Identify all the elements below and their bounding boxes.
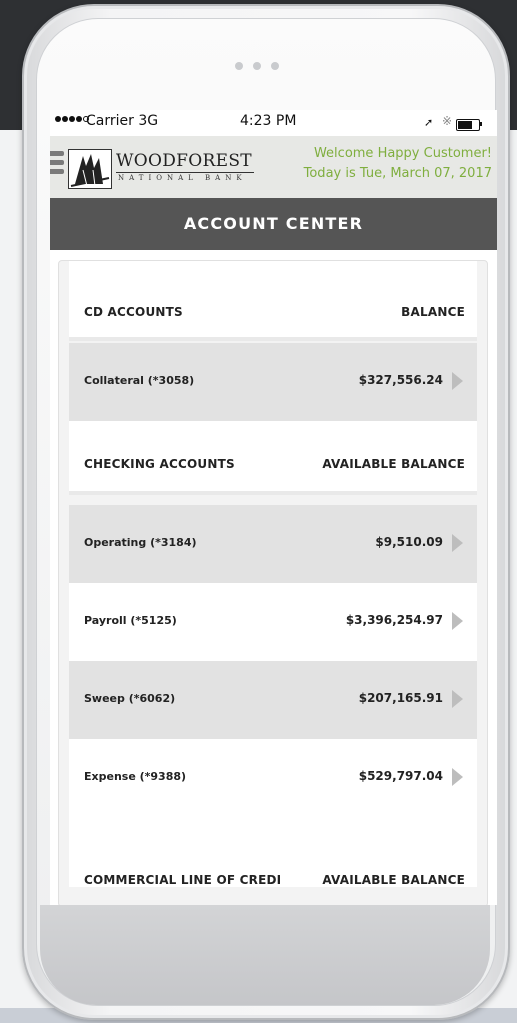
carrier-label: Carrier 3G — [86, 113, 159, 129]
chevron-right-icon — [452, 768, 463, 786]
checking-section-header: CHECKING ACCOUNTS AVAILABLE BALANCE — [69, 421, 477, 495]
speaker-dot — [271, 62, 279, 70]
welcome-date: Today is Tue, March 07, 2017 — [303, 166, 492, 181]
speaker-dot — [235, 62, 243, 70]
cd-section-header-bg: CD ACCOUNTS BALANCE — [69, 261, 477, 341]
bank-name: WOODFOREST — [116, 151, 252, 171]
cd-balance-label: BALANCE — [401, 305, 465, 319]
welcome-greeting: Welcome Happy Customer! — [313, 146, 492, 161]
bank-subtitle: NATIONAL BANK — [118, 174, 247, 182]
tree-logo-icon — [68, 149, 112, 189]
woodforest-logo: WOODFOREST NATIONAL BANK — [68, 149, 254, 189]
account-name: Payroll (*5125) — [84, 614, 177, 627]
chevron-right-icon — [452, 534, 463, 552]
page-title: ACCOUNT CENTER — [50, 198, 497, 250]
app-header: WOODFOREST NATIONAL BANK Welcome Happy C… — [50, 136, 497, 198]
chevron-right-icon — [452, 612, 463, 630]
cd-section-label: CD ACCOUNTS — [84, 305, 183, 319]
battery-tip — [480, 122, 482, 126]
account-balance: $207,165.91 — [358, 691, 443, 705]
phone-chin — [40, 905, 490, 1005]
status-bar: Carrier 3G 4:23 PM ➚ ※ — [50, 110, 497, 136]
account-name: Operating (*3184) — [84, 536, 197, 549]
logo-divider — [116, 172, 254, 173]
checking-balance-label: AVAILABLE BALANCE — [322, 457, 465, 471]
commercial-section-header: COMMERCIAL LINE OF CREDI AVAILABLE BALAN… — [69, 817, 477, 887]
speaker-dot — [253, 62, 261, 70]
account-balance: $9,510.09 — [375, 535, 443, 549]
account-name: Expense (*9388) — [84, 770, 187, 783]
commercial-balance-label: AVAILABLE BALANCE — [322, 873, 465, 887]
account-row-operating[interactable]: Operating (*3184) $9,510.09 — [69, 505, 477, 583]
account-row-payroll[interactable]: Payroll (*5125) $3,396,254.97 — [69, 583, 477, 661]
app-screen: Carrier 3G 4:23 PM ➚ ※ WOODFOREST NATION… — [50, 110, 497, 905]
checking-section-label: CHECKING ACCOUNTS — [84, 457, 235, 471]
account-name: Sweep (*6062) — [84, 692, 176, 705]
account-balance: $3,396,254.97 — [345, 613, 443, 627]
bluetooth-icon: ※ — [442, 114, 453, 128]
account-name: Collateral (*3058) — [84, 374, 195, 387]
account-balance: $529,797.04 — [358, 769, 443, 783]
welcome-message: Welcome Happy Customer! Today is Tue, Ma… — [304, 144, 492, 184]
speaker-dots — [235, 60, 295, 72]
account-row-expense[interactable]: Expense (*9388) $529,797.04 — [69, 739, 477, 817]
menu-icon[interactable] — [50, 151, 64, 178]
account-row-collateral[interactable]: Collateral (*3058) $327,556.24 — [69, 343, 477, 421]
status-time: 4:23 PM — [240, 113, 297, 129]
commercial-section-label: COMMERCIAL LINE OF CREDI — [84, 873, 282, 887]
battery-level — [458, 121, 472, 129]
chevron-right-icon — [452, 372, 463, 390]
chevron-right-icon — [452, 690, 463, 708]
accounts-card: CD ACCOUNTS BALANCE Collateral (*3058) $… — [58, 260, 488, 905]
account-balance: $327,556.24 — [358, 373, 443, 387]
battery-icon — [456, 119, 480, 131]
account-row-sweep[interactable]: Sweep (*6062) $207,165.91 — [69, 661, 477, 739]
location-arrow-icon: ➚ — [424, 116, 434, 129]
